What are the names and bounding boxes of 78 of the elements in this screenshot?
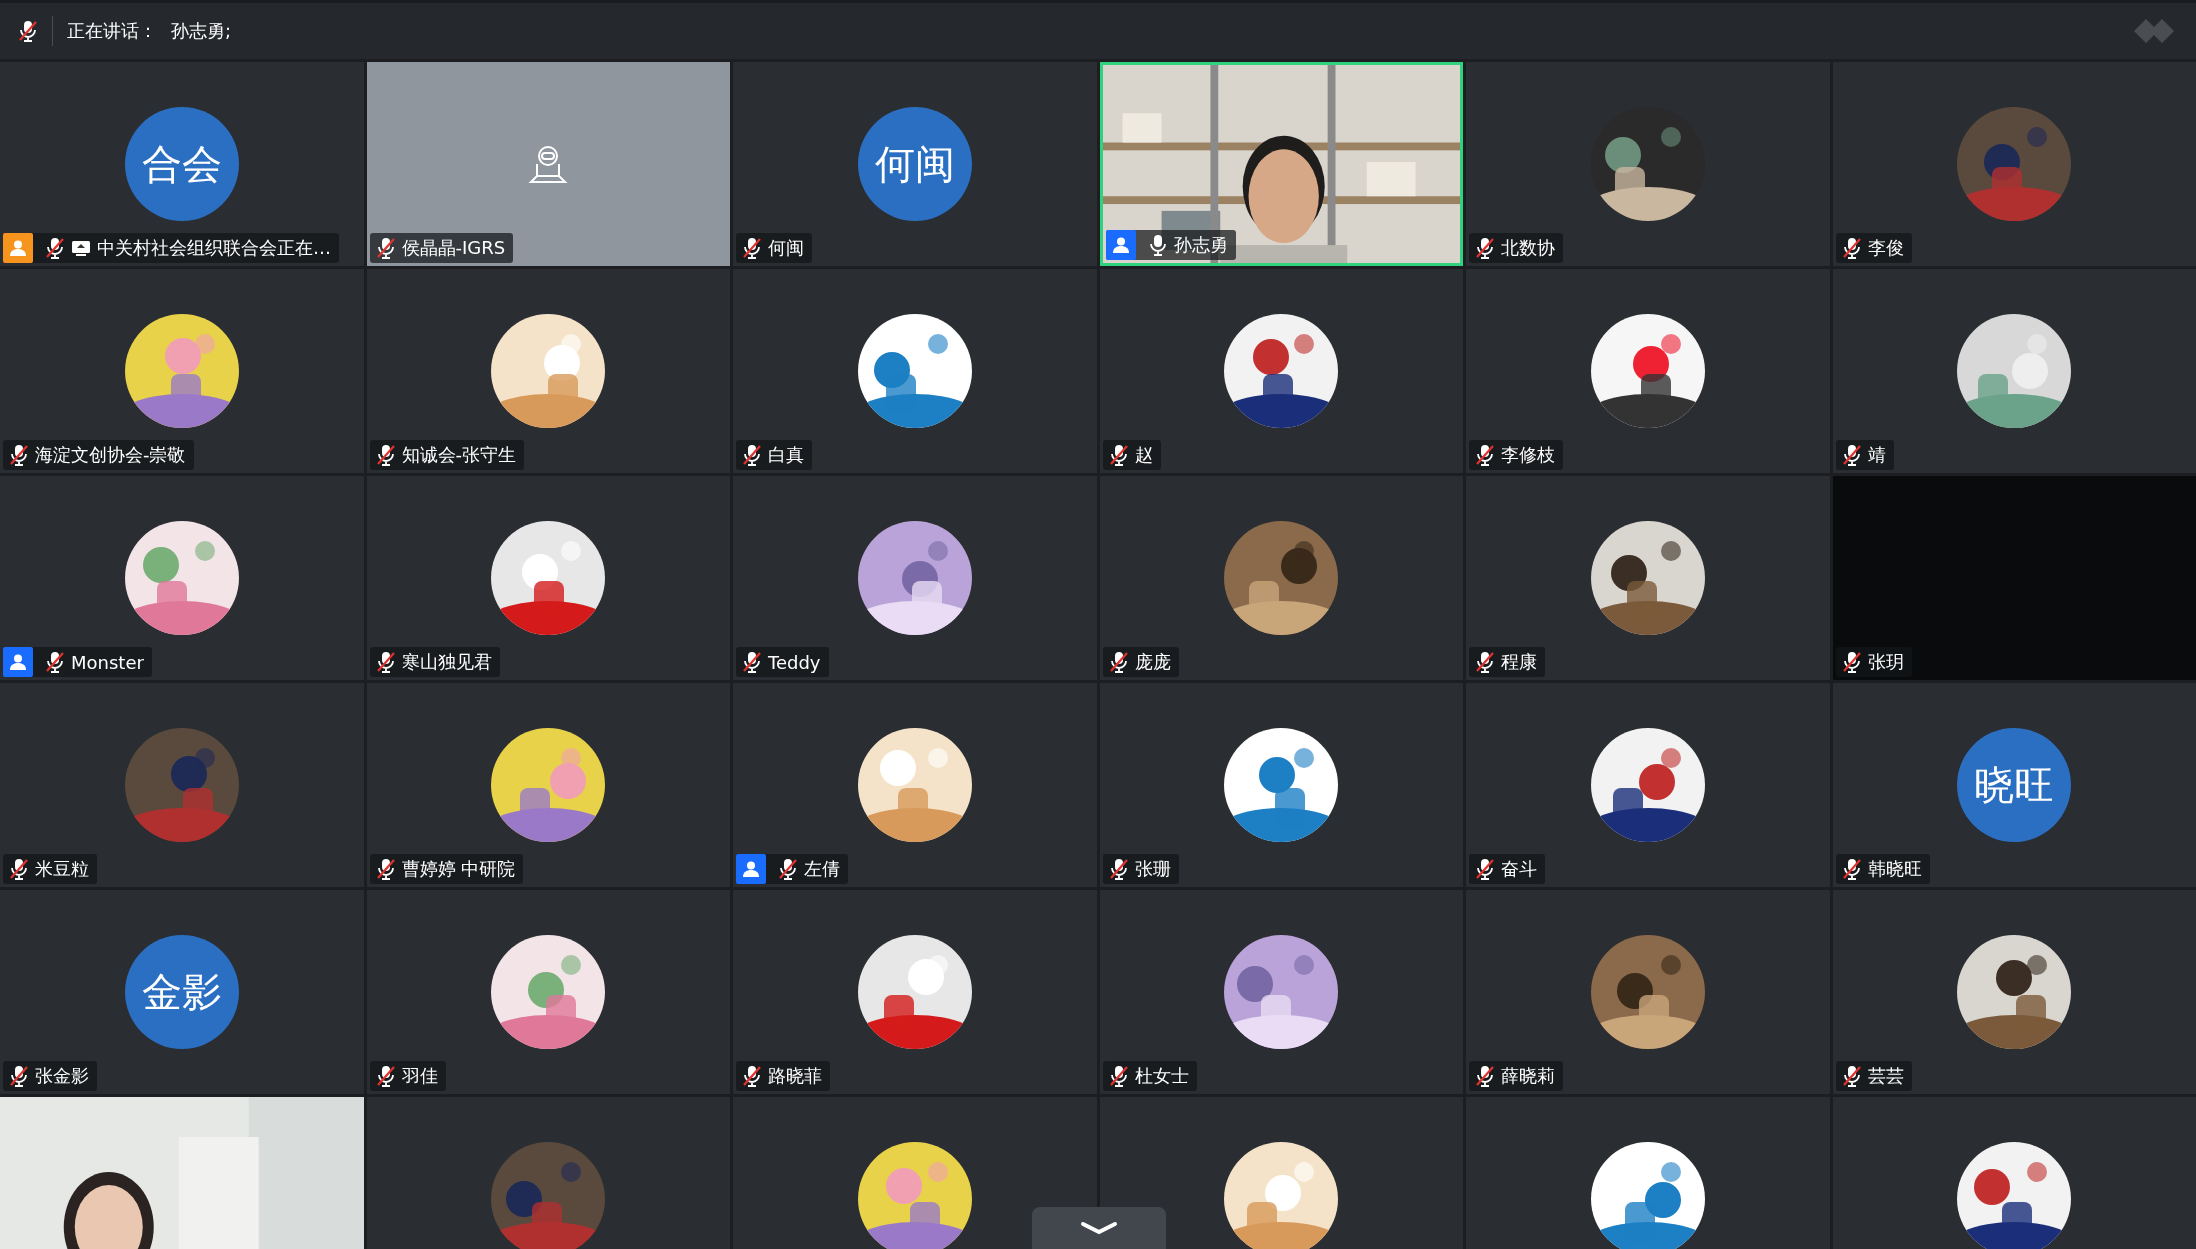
person-icon — [1111, 236, 1130, 254]
participant-name: Monster — [71, 651, 144, 673]
speaker-name: 孙志勇; — [171, 19, 232, 43]
participant-name: 寒山独见君 — [401, 650, 492, 674]
participant-tile[interactable]: 庞庞 — [1099, 476, 1463, 680]
participant-name: 张金影 — [35, 1064, 89, 1088]
participant-name: 北数协 — [1501, 236, 1555, 260]
participant-tile[interactable] — [733, 1097, 1097, 1249]
participant-name: 羽佳 — [401, 1064, 438, 1088]
participant-tile[interactable]: 路晓菲 — [733, 890, 1097, 1094]
participant-tile[interactable]: 何闽 何闽 — [733, 62, 1097, 266]
participant-tile[interactable] — [1466, 1097, 1830, 1249]
participant-tile[interactable]: 张玥 — [1832, 476, 2196, 680]
participant-tile[interactable]: Monster — [0, 476, 364, 680]
participant-tile[interactable] — [366, 1097, 730, 1249]
avatar-initials: 何闽 — [857, 107, 972, 221]
participant-tile[interactable]: 靖 — [1832, 269, 2196, 473]
participant-name: 何闽 — [768, 236, 804, 260]
participant-tile[interactable] — [1832, 1097, 2196, 1249]
person-icon — [9, 239, 27, 257]
person-icon — [9, 653, 27, 671]
participant-name: 侯晶晶-IGRS — [401, 236, 506, 260]
participant-name: 杜女士 — [1134, 1064, 1189, 1088]
chevron-down-icon — [1080, 1221, 1118, 1235]
participant-tile[interactable]: 金影 张金影 — [0, 890, 364, 1094]
participant-tile[interactable]: 左倩 — [733, 683, 1097, 887]
avatar-initials: 金影 — [124, 935, 239, 1049]
participant-name: 薛晓莉 — [1501, 1064, 1555, 1088]
participant-tile[interactable]: 侯晶晶-IGRS — [366, 62, 730, 266]
participant-name: 米豆粒 — [35, 857, 89, 881]
participant-name: 白真 — [768, 443, 804, 467]
participant-tile[interactable]: 芸芸 — [1832, 890, 2196, 1094]
muted-mic-icon — [18, 20, 38, 42]
participant-name: 路晓菲 — [768, 1064, 822, 1088]
participant-tile[interactable]: 晓旺 韩晓旺 — [1832, 683, 2196, 887]
speaking-label: 正在讲话： — [67, 19, 157, 43]
participant-tile[interactable]: 羽佳 — [366, 890, 730, 1094]
participant-name: 韩晓旺 — [1867, 857, 1922, 881]
participant-tile[interactable] — [1099, 1097, 1463, 1249]
participant-tile[interactable]: 北数协 — [1466, 62, 1830, 266]
person-icon — [742, 860, 760, 878]
participant-tile[interactable]: 米豆粒 — [0, 683, 364, 887]
participant-name: 孙志勇 — [1173, 233, 1228, 257]
participant-tile[interactable]: 孙志勇 — [1099, 62, 1463, 266]
participant-name: 知诚会-张守生 — [401, 443, 516, 467]
participant-tile[interactable]: 张珊 — [1099, 683, 1463, 887]
scroll-down-button[interactable] — [1032, 1207, 1166, 1249]
participant-name: 海淀文创协会-崇敬 — [35, 443, 186, 467]
participant-name: 李修枝 — [1501, 443, 1555, 467]
participant-name: 赵 — [1134, 443, 1153, 467]
participant-tile[interactable]: 薛晓莉 — [1466, 890, 1830, 1094]
participant-tile[interactable]: 奋斗 — [1466, 683, 1830, 887]
participant-name: 曹婷婷 中研院 — [401, 857, 516, 881]
participant-tile[interactable]: 李俊 — [1832, 62, 2196, 266]
avatar-initials: 合会 — [124, 107, 239, 221]
participant-tile[interactable]: 白真 — [733, 269, 1097, 473]
participant-name: 靖 — [1867, 443, 1886, 467]
participant-tile[interactable]: 赵 — [1099, 269, 1463, 473]
participant-tile[interactable]: 合会 中关村社会组织联合会正在… — [0, 62, 364, 266]
participant-name: 芸芸 — [1867, 1064, 1904, 1088]
participant-tile[interactable]: 寒山独见君 — [366, 476, 730, 680]
participant-tile[interactable]: 知诚会-张守生 — [366, 269, 730, 473]
participant-name: Teddy — [768, 651, 821, 673]
participant-tile[interactable]: 程康 — [1466, 476, 1830, 680]
participant-tile[interactable]: 海淀文创协会-崇敬 — [0, 269, 364, 473]
participant-name: 李俊 — [1867, 236, 1904, 260]
participant-tile[interactable]: 杜女士 — [1099, 890, 1463, 1094]
participant-name: 奋斗 — [1501, 857, 1537, 881]
participant-name: 张玥 — [1867, 650, 1904, 674]
participant-tile[interactable]: 李修枝 — [1466, 269, 1830, 473]
avatar-initials: 晓旺 — [1957, 728, 2072, 842]
participant-name: 左倩 — [804, 857, 840, 881]
participant-name: 程康 — [1501, 650, 1537, 674]
participant-tile[interactable]: 曹婷婷 中研院 — [366, 683, 730, 887]
participant-name: 庞庞 — [1134, 650, 1171, 674]
participant-name: 张珊 — [1134, 857, 1171, 881]
participant-name: 中关村社会组织联合会正在… — [97, 236, 331, 260]
participant-tile[interactable]: Teddy — [733, 476, 1097, 680]
